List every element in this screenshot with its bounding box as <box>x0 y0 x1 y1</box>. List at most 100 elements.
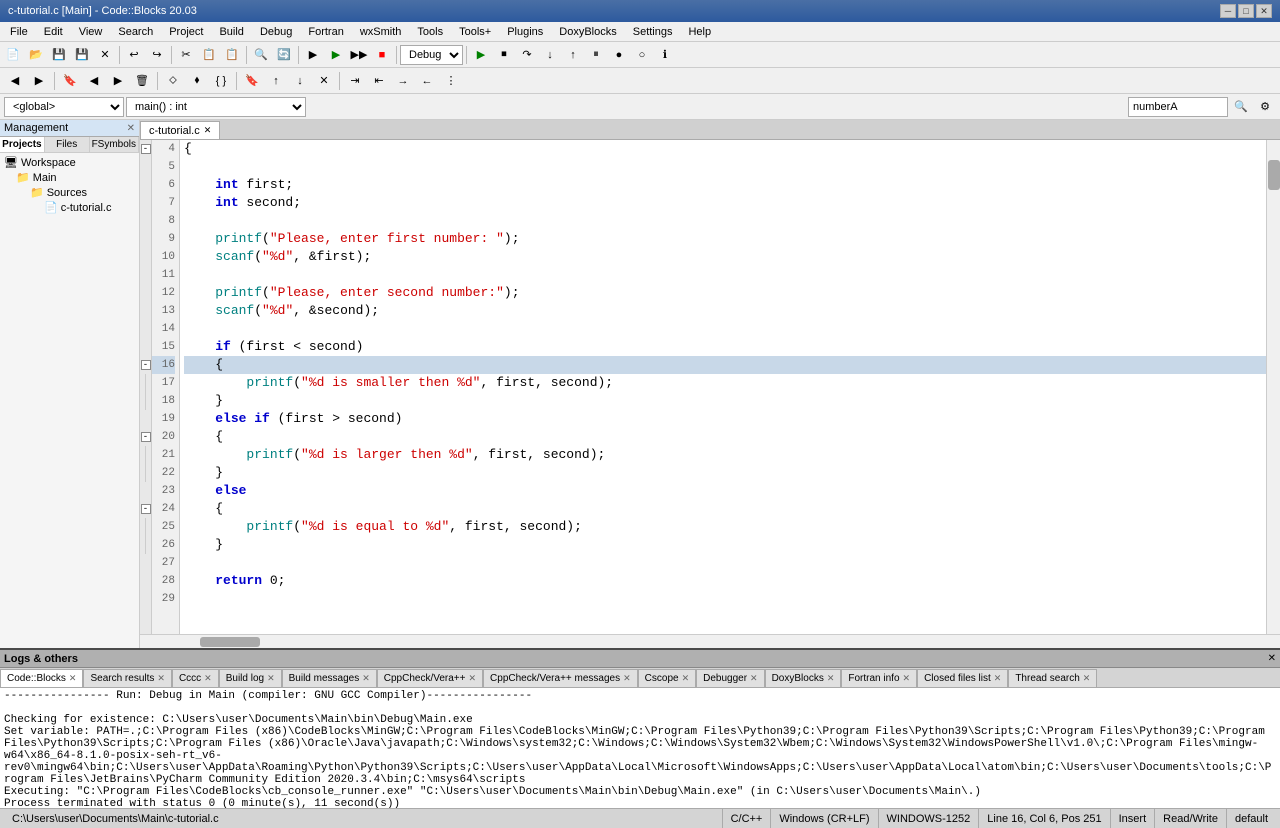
bottom-tab-debugger[interactable]: Debugger ✕ <box>696 669 764 687</box>
code-line-6[interactable]: int first; <box>184 176 1266 194</box>
untab-btn[interactable]: ⇤ <box>368 70 390 92</box>
function-dropdown[interactable]: main() : int <box>126 97 306 117</box>
tab-fsymbols[interactable]: FSymbols <box>90 137 139 152</box>
replace-button[interactable]: 🔄 <box>273 44 295 66</box>
bottom-tab-doxy-close[interactable]: ✕ <box>827 673 835 684</box>
debug-info[interactable]: ℹ <box>654 44 676 66</box>
bottom-tab-fortran-close[interactable]: ✕ <box>903 673 911 684</box>
toggle-bookmark[interactable]: 🔖 <box>241 70 263 92</box>
debug-step-next[interactable]: ↷ <box>516 44 538 66</box>
fold-indicator-24[interactable]: - <box>140 500 151 518</box>
debug-remove-break[interactable]: ○ <box>631 44 653 66</box>
code-line-9[interactable]: printf("Please, enter first number: "); <box>184 230 1266 248</box>
next-bookmark[interactable]: ↓ <box>289 70 311 92</box>
new-button[interactable]: 📄 <box>2 44 24 66</box>
h-scrollbar-thumb[interactable] <box>200 637 260 647</box>
code-line-7[interactable]: int second; <box>184 194 1266 212</box>
menu-doxyblocks[interactable]: DoxyBlocks <box>551 22 624 41</box>
bookmark-clear[interactable]: 🗑 <box>131 70 153 92</box>
debug-run-button[interactable]: ▶ <box>470 44 492 66</box>
bottom-panel-close[interactable]: ✕ <box>1268 653 1276 665</box>
bottom-tab-thread-close[interactable]: ✕ <box>1083 673 1091 684</box>
debug-step-into[interactable]: ↓ <box>539 44 561 66</box>
code-line-13[interactable]: scanf("%d", &second); <box>184 302 1266 320</box>
copy-button[interactable]: 📋 <box>198 44 220 66</box>
code-line-5[interactable] <box>184 158 1266 176</box>
bottom-tab-cccc[interactable]: Cccc ✕ <box>172 669 219 687</box>
bookmark-next[interactable]: ▶ <box>107 70 129 92</box>
menu-fortran[interactable]: Fortran <box>300 22 351 41</box>
bottom-tab-cppcheck[interactable]: CppCheck/Vera++ ✕ <box>377 669 483 687</box>
paste-button[interactable]: 📋 <box>221 44 243 66</box>
code-line-16[interactable]: { <box>184 356 1266 374</box>
code-line-25[interactable]: printf("%d is equal to %d", first, secon… <box>184 518 1266 536</box>
code-line-24[interactable]: { <box>184 500 1266 518</box>
jump-to-decl[interactable]: ⬧ <box>186 70 208 92</box>
jump-to-impl[interactable]: ⬦ <box>162 70 184 92</box>
code-line-29[interactable] <box>184 590 1266 608</box>
code-line-8[interactable] <box>184 212 1266 230</box>
code-line-17[interactable]: printf("%d is smaller then %d", first, s… <box>184 374 1266 392</box>
panel-close-button[interactable]: ✕ <box>127 123 135 134</box>
menu-plugins[interactable]: Plugins <box>499 22 551 41</box>
bottom-tab-search-close[interactable]: ✕ <box>157 673 165 684</box>
menu-edit[interactable]: Edit <box>36 22 71 41</box>
bottom-tab-closed-close[interactable]: ✕ <box>994 673 1002 684</box>
menu-tools-plus[interactable]: Tools+ <box>451 22 499 41</box>
maximize-button[interactable]: □ <box>1238 4 1254 18</box>
save-button[interactable]: 💾 <box>48 44 70 66</box>
menu-file[interactable]: File <box>2 22 36 41</box>
debug-stop-button[interactable]: ⏹ <box>493 44 515 66</box>
fold-indicator-16[interactable]: - <box>140 356 151 374</box>
fold-indicator-20[interactable]: - <box>140 428 151 446</box>
horizontal-scrollbar[interactable] <box>140 634 1280 648</box>
code-line-26[interactable]: } <box>184 536 1266 554</box>
debug-dropdown[interactable]: Debug <box>400 45 463 65</box>
tab-projects[interactable]: Projects <box>0 137 45 152</box>
close-button[interactable]: ✕ <box>1256 4 1272 18</box>
scrollbar-thumb[interactable] <box>1268 160 1280 190</box>
bottom-tab-codeblocks-close[interactable]: ✕ <box>69 673 77 684</box>
debug-toggle-break[interactable]: ● <box>608 44 630 66</box>
menu-build[interactable]: Build <box>211 22 251 41</box>
debug-break[interactable]: ⏸ <box>585 44 607 66</box>
search-input[interactable] <box>1128 97 1228 117</box>
logs-content[interactable]: ---------------- Run: Debug in Main (com… <box>0 688 1280 808</box>
code-line-28[interactable]: return 0; <box>184 572 1266 590</box>
menu-view[interactable]: View <box>71 22 111 41</box>
vertical-scrollbar[interactable] <box>1266 140 1280 634</box>
open-button[interactable]: 📂 <box>25 44 47 66</box>
code-editor[interactable]: - - - - <box>140 140 1280 634</box>
tree-main[interactable]: 📁 Main <box>2 170 137 185</box>
tree-workspace[interactable]: 🖥 Workspace <box>2 155 137 170</box>
code-line-23[interactable]: else <box>184 482 1266 500</box>
bottom-tab-cscope-close[interactable]: ✕ <box>682 673 690 684</box>
code-line-18[interactable]: } <box>184 392 1266 410</box>
tab-btn-1[interactable]: ⇥ <box>344 70 366 92</box>
debug-step-out[interactable]: ↑ <box>562 44 584 66</box>
prev-bookmark[interactable]: ↑ <box>265 70 287 92</box>
close-file-button[interactable]: ✕ <box>94 44 116 66</box>
code-content[interactable]: { int first; int second; printf("Please,… <box>180 140 1266 634</box>
stop-button[interactable]: ■ <box>371 44 393 66</box>
menu-tools[interactable]: Tools <box>409 22 451 41</box>
scope-dropdown[interactable]: <global> <box>4 97 124 117</box>
code-line-19[interactable]: else if (first > second) <box>184 410 1266 428</box>
code-line-22[interactable]: } <box>184 464 1266 482</box>
fold-indicator-4[interactable]: - <box>140 140 151 158</box>
code-line-20[interactable]: { <box>184 428 1266 446</box>
bottom-tab-cccc-close[interactable]: ✕ <box>204 673 212 684</box>
tree-file[interactable]: 📄 c-tutorial.c <box>2 200 137 215</box>
build-run-button[interactable]: ▶▶ <box>348 44 370 66</box>
code-line-14[interactable] <box>184 320 1266 338</box>
search-options-button[interactable]: ⚙ <box>1254 96 1276 118</box>
indent-btn[interactable]: → <box>392 70 414 92</box>
code-line-21[interactable]: printf("%d is larger then %d", first, se… <box>184 446 1266 464</box>
nav-forward[interactable]: ▶ <box>28 70 50 92</box>
undo-button[interactable]: ↩ <box>123 44 145 66</box>
bookmark-toggle[interactable]: 🔖 <box>59 70 81 92</box>
menu-wxsmith[interactable]: wxSmith <box>352 22 410 41</box>
more-nav[interactable]: ⋮ <box>440 70 462 92</box>
nav-back[interactable]: ◀ <box>4 70 26 92</box>
cut-button[interactable]: ✂ <box>175 44 197 66</box>
